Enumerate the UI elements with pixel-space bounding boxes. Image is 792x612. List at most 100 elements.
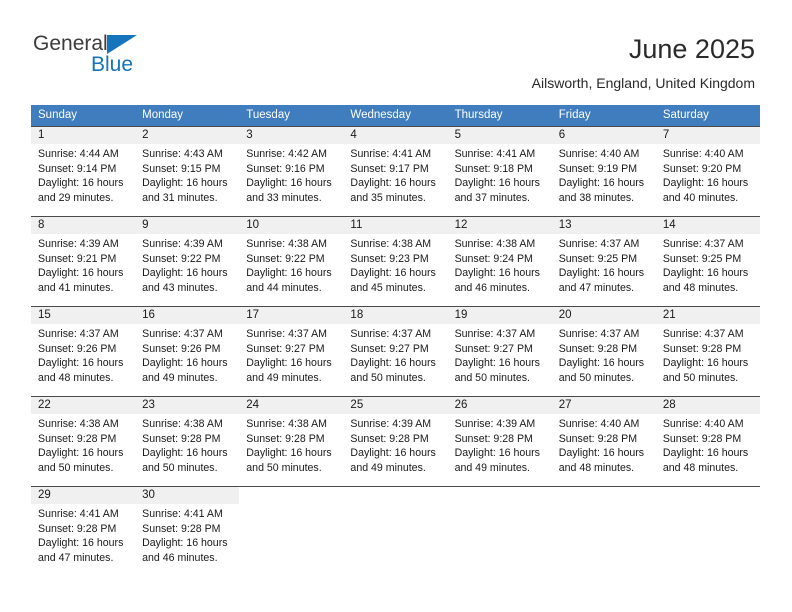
daylight-text: Daylight: 16 hours and 48 minutes.: [662, 447, 749, 474]
day-details: Sunrise: 4:40 AM Sunset: 9:19 PM Dayligh…: [552, 144, 656, 205]
day-cell[interactable]: 7 Sunrise: 4:40 AM Sunset: 9:20 PM Dayli…: [655, 127, 760, 216]
sunrise-text: Sunrise: 4:39 AM: [350, 418, 432, 430]
weekday-header-sunday: Sunday: [38, 109, 78, 121]
general-blue-logo[interactable]: General Blue: [33, 33, 153, 79]
sunset-text: Sunset: 9:28 PM: [246, 432, 325, 445]
day-cell[interactable]: 17 Sunrise: 4:37 AM Sunset: 9:27 PM Dayl…: [239, 307, 344, 396]
sunrise-text: Sunrise: 4:37 AM: [246, 328, 327, 340]
sunset-text: Sunset: 9:28 PM: [454, 432, 533, 445]
day-details: Sunrise: 4:38 AM Sunset: 9:24 PM Dayligh…: [448, 234, 552, 295]
day-details: Sunrise: 4:39 AM Sunset: 9:22 PM Dayligh…: [135, 234, 239, 295]
weekday-header-wednesday: Wednesday: [350, 109, 411, 121]
day-cell[interactable]: 6 Sunrise: 4:40 AM Sunset: 9:19 PM Dayli…: [551, 127, 656, 216]
day-details: Sunrise: 4:37 AM Sunset: 9:25 PM Dayligh…: [552, 234, 656, 295]
day-cell[interactable]: 12 Sunrise: 4:38 AM Sunset: 9:24 PM Dayl…: [447, 217, 552, 306]
day-cell[interactable]: 8 Sunrise: 4:39 AM Sunset: 9:21 PM Dayli…: [31, 217, 136, 306]
sunset-text: Sunset: 9:25 PM: [662, 252, 742, 265]
daylight-text: Daylight: 16 hours and 50 minutes.: [662, 357, 749, 384]
day-cell[interactable]: 9 Sunrise: 4:39 AM Sunset: 9:22 PM Dayli…: [135, 217, 240, 306]
day-cell[interactable]: 13 Sunrise: 4:37 AM Sunset: 9:25 PM Dayl…: [551, 217, 656, 306]
sunset-text: Sunset: 9:16 PM: [246, 162, 325, 175]
day-cell[interactable]: 15 Sunrise: 4:37 AM Sunset: 9:26 PM Dayl…: [31, 307, 136, 396]
weekday-header-saturday: Saturday: [662, 109, 709, 121]
day-number: 9: [135, 217, 240, 234]
daylight-text: Daylight: 16 hours and 50 minutes.: [142, 447, 228, 474]
day-cell[interactable]: 14 Sunrise: 4:37 AM Sunset: 9:25 PM Dayl…: [655, 217, 760, 306]
day-number: 10: [239, 217, 344, 234]
day-details: Sunrise: 4:44 AM Sunset: 9:14 PM Dayligh…: [31, 144, 135, 205]
daylight-text: Daylight: 16 hours and 50 minutes.: [558, 357, 645, 384]
day-number: 29: [31, 487, 136, 504]
calendar-page: General Blue June 2025 Ailsworth, Englan…: [0, 0, 792, 612]
week-row: 15 Sunrise: 4:37 AM Sunset: 9:26 PM Dayl…: [31, 306, 760, 396]
day-cell[interactable]: 22 Sunrise: 4:38 AM Sunset: 9:28 PM Dayl…: [31, 397, 136, 486]
sunrise-text: Sunrise: 4:37 AM: [38, 328, 119, 340]
day-number: 20: [551, 307, 656, 324]
day-number: 27: [551, 397, 656, 414]
day-number: [656, 487, 760, 504]
daylight-text: Daylight: 16 hours and 38 minutes.: [558, 177, 645, 204]
daylight-text: Daylight: 16 hours and 49 minutes.: [454, 447, 540, 474]
daylight-text: Daylight: 16 hours and 40 minutes.: [662, 177, 749, 204]
day-number: 15: [31, 307, 136, 324]
day-cell[interactable]: 21 Sunrise: 4:37 AM Sunset: 9:28 PM Dayl…: [655, 307, 760, 396]
day-details: Sunrise: 4:37 AM Sunset: 9:27 PM Dayligh…: [239, 324, 343, 385]
day-details: Sunrise: 4:38 AM Sunset: 9:28 PM Dayligh…: [135, 414, 239, 475]
day-details: Sunrise: 4:38 AM Sunset: 9:22 PM Dayligh…: [239, 234, 343, 295]
day-cell[interactable]: 29 Sunrise: 4:41 AM Sunset: 9:28 PM Dayl…: [31, 487, 136, 576]
weekday-header-monday: Monday: [142, 109, 184, 121]
day-number: 21: [655, 307, 760, 324]
day-number: 23: [135, 397, 240, 414]
sunrise-text: Sunrise: 4:39 AM: [142, 238, 223, 250]
daylight-text: Daylight: 16 hours and 31 minutes.: [142, 177, 228, 204]
day-cell[interactable]: 1 Sunrise: 4:44 AM Sunset: 9:14 PM Dayli…: [31, 127, 136, 216]
day-cell[interactable]: 27 Sunrise: 4:40 AM Sunset: 9:28 PM Dayl…: [551, 397, 656, 486]
day-cell-empty: [448, 487, 552, 576]
day-cell[interactable]: 5 Sunrise: 4:41 AM Sunset: 9:18 PM Dayli…: [447, 127, 552, 216]
day-cell[interactable]: 30 Sunrise: 4:41 AM Sunset: 9:28 PM Dayl…: [135, 487, 240, 576]
day-number: 17: [239, 307, 344, 324]
sunset-text: Sunset: 9:22 PM: [142, 252, 221, 265]
day-cell[interactable]: 11 Sunrise: 4:38 AM Sunset: 9:23 PM Dayl…: [343, 217, 448, 306]
daylight-text: Daylight: 16 hours and 33 minutes.: [246, 177, 332, 204]
day-cell[interactable]: 26 Sunrise: 4:39 AM Sunset: 9:28 PM Dayl…: [447, 397, 552, 486]
daylight-text: Daylight: 16 hours and 49 minutes.: [350, 447, 436, 474]
day-number: 4: [343, 127, 448, 144]
sunrise-text: Sunrise: 4:40 AM: [662, 418, 744, 430]
day-cell[interactable]: 23 Sunrise: 4:38 AM Sunset: 9:28 PM Dayl…: [135, 397, 240, 486]
day-cell[interactable]: 25 Sunrise: 4:39 AM Sunset: 9:28 PM Dayl…: [343, 397, 448, 486]
sunset-text: Sunset: 9:28 PM: [142, 432, 221, 445]
day-cell[interactable]: 10 Sunrise: 4:38 AM Sunset: 9:22 PM Dayl…: [239, 217, 344, 306]
day-details: Sunrise: 4:41 AM Sunset: 9:18 PM Dayligh…: [448, 144, 552, 205]
day-cell[interactable]: 4 Sunrise: 4:41 AM Sunset: 9:17 PM Dayli…: [343, 127, 448, 216]
day-cell[interactable]: 28 Sunrise: 4:40 AM Sunset: 9:28 PM Dayl…: [655, 397, 760, 486]
sunset-text: Sunset: 9:24 PM: [454, 252, 533, 265]
sunset-text: Sunset: 9:21 PM: [38, 252, 117, 265]
week-row: 22 Sunrise: 4:38 AM Sunset: 9:28 PM Dayl…: [31, 396, 760, 486]
day-details: Sunrise: 4:41 AM Sunset: 9:28 PM Dayligh…: [135, 504, 239, 565]
logo-text-general: General: [33, 32, 108, 55]
day-cell[interactable]: 16 Sunrise: 4:37 AM Sunset: 9:26 PM Dayl…: [135, 307, 240, 396]
sunrise-text: Sunrise: 4:38 AM: [38, 418, 119, 430]
daylight-text: Daylight: 16 hours and 43 minutes.: [142, 267, 228, 294]
day-cell[interactable]: 18 Sunrise: 4:37 AM Sunset: 9:27 PM Dayl…: [343, 307, 448, 396]
sunrise-text: Sunrise: 4:37 AM: [350, 328, 432, 340]
day-cell[interactable]: 24 Sunrise: 4:38 AM Sunset: 9:28 PM Dayl…: [239, 397, 344, 486]
day-cell[interactable]: 19 Sunrise: 4:37 AM Sunset: 9:27 PM Dayl…: [447, 307, 552, 396]
page-title: June 2025: [628, 34, 755, 64]
day-cell[interactable]: 3 Sunrise: 4:42 AM Sunset: 9:16 PM Dayli…: [239, 127, 344, 216]
day-cell[interactable]: 2 Sunrise: 4:43 AM Sunset: 9:15 PM Dayli…: [135, 127, 240, 216]
sunrise-text: Sunrise: 4:41 AM: [142, 508, 223, 520]
day-number: 1: [31, 127, 136, 144]
day-cell[interactable]: 20 Sunrise: 4:37 AM Sunset: 9:28 PM Dayl…: [551, 307, 656, 396]
sunrise-text: Sunrise: 4:37 AM: [142, 328, 223, 340]
daylight-text: Daylight: 16 hours and 45 minutes.: [350, 267, 436, 294]
day-details: Sunrise: 4:37 AM Sunset: 9:27 PM Dayligh…: [343, 324, 447, 385]
sunset-text: Sunset: 9:27 PM: [246, 342, 325, 355]
day-details: Sunrise: 4:42 AM Sunset: 9:16 PM Dayligh…: [239, 144, 343, 205]
day-cell-empty: [656, 487, 760, 576]
daylight-text: Daylight: 16 hours and 47 minutes.: [38, 537, 124, 564]
day-number: 16: [135, 307, 240, 324]
sunrise-text: Sunrise: 4:38 AM: [454, 238, 536, 250]
sunrise-text: Sunrise: 4:44 AM: [38, 148, 119, 160]
